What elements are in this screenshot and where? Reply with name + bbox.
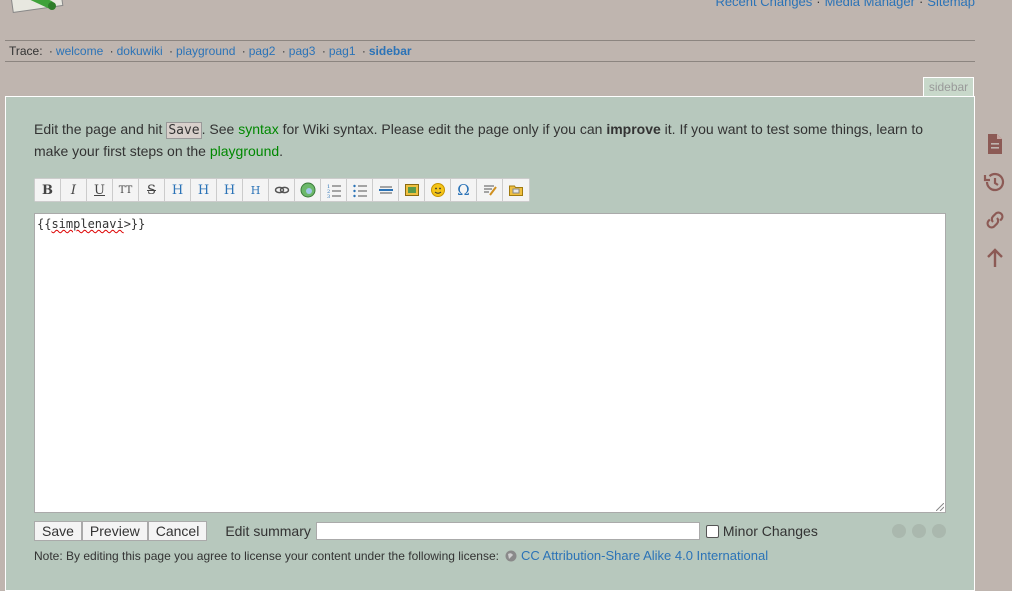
heading-select-icon: H [250, 183, 261, 197]
page-id-tab: sidebar [923, 77, 974, 96]
breadcrumb-welcome[interactable]: welcome [56, 44, 103, 58]
smileys-button[interactable] [425, 179, 451, 201]
breadcrumb-pag3[interactable]: pag3 [289, 44, 316, 58]
heading-lower-button[interactable]: H [191, 179, 217, 201]
page-tools [980, 125, 1010, 277]
syntax-link[interactable]: syntax [238, 121, 278, 137]
editor-size-controls [892, 524, 946, 538]
bold-button[interactable]: B [35, 179, 61, 201]
heading-same-level-button[interactable]: H [165, 179, 191, 201]
wrap-toggle-icon[interactable] [932, 524, 946, 538]
horizontal-rule-button[interactable] [373, 179, 399, 201]
show-page-button[interactable] [980, 125, 1010, 163]
media-manager-link[interactable]: Media Manager [825, 0, 915, 9]
heading-select-button[interactable]: H [243, 179, 269, 201]
heading-higher-icon: H [223, 182, 236, 198]
preview-button[interactable]: Preview [81, 521, 148, 541]
backlinks-button[interactable] [980, 201, 1010, 239]
internal-link-button[interactable] [269, 179, 295, 201]
cc-globe-icon [505, 550, 517, 561]
breadcrumb-playground[interactable]: playground [176, 44, 235, 58]
wiki-text-editor[interactable]: {{simplenavi>}} [34, 213, 946, 513]
heading-higher-button[interactable]: H [217, 179, 243, 201]
sitemap-link[interactable]: Sitemap [927, 0, 975, 9]
svg-text:3: 3 [327, 194, 330, 198]
ordered-list-button[interactable]: 123 [321, 179, 347, 201]
signature-icon [483, 185, 497, 196]
cancel-button[interactable]: Cancel [147, 521, 208, 541]
minor-changes-label[interactable]: Minor Changes [723, 523, 818, 539]
intro-text: . See [201, 121, 239, 137]
intro-text: for Wiki syntax. Please edit the page on… [278, 121, 607, 137]
trace-label: Trace: [9, 44, 43, 58]
link-icon [274, 186, 289, 194]
dokuwiki-logo-icon[interactable] [10, 0, 70, 20]
unordered-list-icon [352, 184, 367, 198]
underline-icon: U [94, 182, 105, 198]
breadcrumb-dokuwiki[interactable]: dokuwiki [117, 44, 163, 58]
breadcrumb-pag1[interactable]: pag1 [329, 44, 356, 58]
edit-actions: Save Preview Cancel Edit summary Minor C… [34, 520, 946, 542]
save-code: Save [166, 122, 202, 139]
smaller-editor-icon[interactable] [892, 524, 906, 538]
back-to-top-button[interactable] [980, 239, 1010, 277]
italic-button[interactable]: I [61, 179, 87, 201]
unordered-list-button[interactable] [347, 179, 373, 201]
signature-button[interactable] [477, 179, 503, 201]
larger-editor-icon[interactable] [912, 524, 926, 538]
recent-changes-link[interactable]: Recent Changes [715, 0, 812, 9]
bold-icon: B [42, 182, 53, 198]
monospace-icon: TT [118, 184, 133, 196]
editor-text: simplenavi [51, 217, 124, 231]
omega-icon: Ω [457, 181, 470, 199]
smiley-icon [430, 183, 445, 197]
edit-summary-input[interactable] [315, 522, 700, 540]
folder-icon [509, 185, 523, 196]
plugin-button[interactable] [503, 179, 529, 201]
save-button[interactable]: Save [34, 521, 82, 541]
document-icon [988, 134, 1002, 154]
monospace-button[interactable]: TT [113, 179, 139, 201]
special-chars-button[interactable]: Ω [451, 179, 477, 201]
playground-link[interactable]: playground [210, 143, 279, 159]
edit-page-area: Edit the page and hit Save. See syntax f… [5, 96, 975, 591]
breadcrumb: Trace: · welcome · dokuwiki · playground · p… [5, 40, 975, 62]
edit-intro: Edit the page and hit Save. See syntax f… [34, 119, 934, 161]
image-icon [404, 184, 419, 196]
strikethrough-button[interactable]: S [139, 179, 165, 201]
minor-changes-checkbox[interactable] [705, 524, 719, 538]
license-note: Note: By editing this page you agree to … [34, 548, 768, 563]
intro-text: Edit the page and hit [34, 121, 167, 137]
license-text: Note: By editing this page you agree to … [34, 548, 499, 563]
link-chain-icon [986, 211, 1004, 229]
license-link[interactable]: CC Attribution-Share Alike 4.0 Internati… [521, 548, 768, 563]
hr-icon [378, 186, 393, 194]
top-links: Recent Changes · Media Manager · Sitemap [715, 0, 975, 9]
ordered-list-icon: 123 [327, 184, 341, 198]
improve-text: improve [606, 121, 661, 137]
external-link-button[interactable] [295, 179, 321, 201]
breadcrumb-current[interactable]: sidebar [369, 44, 412, 58]
italic-icon: I [70, 182, 77, 198]
resize-grip-icon[interactable] [936, 503, 944, 511]
underline-button[interactable]: U [87, 179, 113, 201]
editor-toolbar: B I U TT S H H H H 123 Ω [34, 178, 530, 202]
heading-lower-icon: H [197, 182, 210, 198]
history-icon [983, 172, 1005, 192]
heading-icon: H [171, 182, 184, 198]
breadcrumb-pag2[interactable]: pag2 [249, 44, 276, 58]
media-button[interactable] [399, 179, 425, 201]
editor-text: {{ [37, 217, 52, 231]
arrow-up-icon [987, 248, 1003, 267]
strikethrough-icon: S [147, 182, 156, 198]
globe-icon [300, 182, 315, 198]
intro-text: . [279, 143, 284, 159]
old-revisions-button[interactable] [980, 163, 1010, 201]
editor-text: >}} [123, 217, 146, 231]
edit-summary-label: Edit summary [225, 523, 311, 539]
